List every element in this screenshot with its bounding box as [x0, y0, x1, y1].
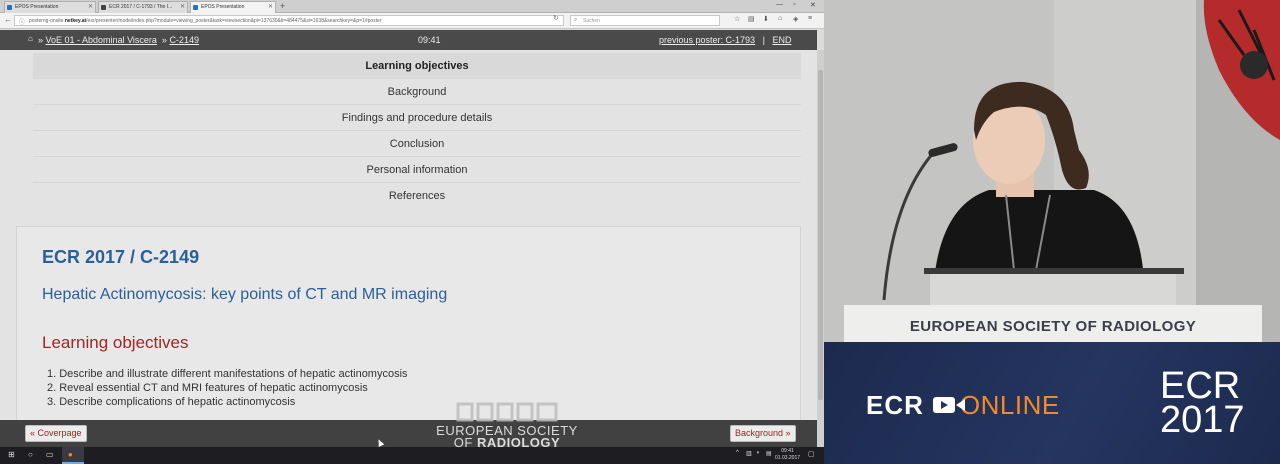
url-prefix: posterng-onsite. — [29, 18, 65, 24]
list-item: 3. Describe complications of hepatic act… — [47, 396, 296, 408]
poster-footer-bar: « Coverpage Background » — [0, 420, 817, 447]
breadcrumb-poster-link[interactable]: C-2149 — [169, 35, 199, 45]
section-item-learning-objectives[interactable]: Learning objectives — [33, 53, 801, 79]
end-link[interactable]: END — [772, 35, 791, 45]
tray-chevron-icon[interactable]: ^ — [736, 450, 739, 456]
bookmark-star-icon[interactable]: ☆ — [734, 15, 740, 23]
speaker-video — [824, 0, 1280, 342]
poster-title: Hepatic Actinomycosis: key points of CT … — [42, 286, 448, 303]
poster-id: ECR 2017 / C-2149 — [42, 247, 200, 267]
section-item-personal-information[interactable]: Personal information — [33, 157, 801, 183]
firefox-taskbar-item[interactable]: ● — [62, 447, 84, 464]
home-icon[interactable]: ⌂ — [778, 15, 782, 22]
previous-poster-link[interactable]: previous poster: C-1793 — [659, 35, 755, 45]
url-rest: /esr/presenter/mode/index.php?module=vie… — [86, 18, 382, 24]
browser-tab-2[interactable]: ECR 2017 / C-1793 / The I... ✕ — [98, 1, 188, 13]
esr-wordmark: EUROPEAN SOCIETY OF RADIOLOGY — [432, 424, 582, 449]
presentation-clock: 09:41 — [418, 35, 441, 45]
volume-icon[interactable]: ◖ — [756, 450, 760, 456]
back-arrow-icon[interactable]: ← — [4, 15, 12, 24]
breadcrumb-session-link[interactable]: VoE 01 - Abdominal Viscera — [46, 35, 157, 45]
maximize-icon[interactable]: ▫ — [793, 1, 795, 8]
objectives-list: 1. Describe and illustrate different man… — [47, 367, 408, 409]
browser-tab-1[interactable]: EPOS Presentation ✕ — [4, 1, 96, 13]
poster-bar-right: previous poster: C-1793 | END — [659, 35, 791, 45]
notifications-icon[interactable]: ▢ — [808, 450, 815, 458]
url-domain: netkey.at — [64, 18, 87, 24]
video-camera-icon — [933, 397, 965, 413]
network-icon[interactable]: ▥ — [746, 450, 752, 457]
list-item: 1. Describe and illustrate different man… — [47, 368, 408, 380]
home-icon[interactable]: ⌂ — [28, 34, 33, 43]
separator: | — [762, 35, 765, 45]
search-icon[interactable]: ○ — [28, 450, 33, 459]
clipboard-icon[interactable]: ▤ — [748, 15, 755, 23]
list-item: 2. Reveal essential CT and MRI features … — [47, 382, 368, 394]
presentation-screen: EPOS Presentation ✕ ECR 2017 / C-1793 / … — [0, 0, 824, 464]
tab-favicon-icon — [193, 5, 198, 10]
section-item-findings[interactable]: Findings and procedure details — [33, 105, 801, 131]
section-heading: Learning objectives — [42, 333, 189, 352]
tab-close-icon[interactable]: ✕ — [180, 3, 185, 10]
windows-taskbar: ⊞ ○ ▭ ● ^ ▥ ◖ ▤ 09:41 01.03.2017 ▢ — [0, 447, 824, 464]
speaker-scene-image — [824, 0, 1280, 342]
poster-content: Learning objectives Background Findings … — [0, 50, 817, 420]
new-tab-icon[interactable]: + — [280, 1, 285, 11]
tab-favicon-icon — [7, 5, 12, 10]
section-menu: Learning objectives Background Findings … — [33, 53, 801, 209]
window-close-icon[interactable]: ✕ — [810, 1, 816, 9]
breadcrumb: » VoE 01 - Abdominal Viscera » C-2149 — [38, 35, 199, 45]
minimize-icon[interactable]: — — [776, 1, 783, 8]
browser-tab-label: EPOS Presentation — [201, 4, 245, 10]
windows-start-icon[interactable]: ⊞ — [8, 450, 15, 459]
download-icon[interactable]: ⬇ — [763, 15, 769, 23]
logo-ecr-text: ECR — [866, 390, 924, 420]
browser-tab-label: EPOS Presentation — [15, 4, 59, 10]
logo-year-ecr: ECR — [1160, 365, 1241, 407]
background-button[interactable]: Background » — [730, 425, 796, 442]
esr-logo-icon — [456, 402, 558, 422]
podium-banner-text: EUROPEAN SOCIETY OF RADIOLOGY — [909, 318, 1197, 335]
page-scrollbar[interactable] — [817, 50, 824, 448]
tab-close-icon[interactable]: ✕ — [88, 3, 93, 10]
logo-year-number: 2017 — [1160, 399, 1245, 441]
screen-root: EPOS Presentation ✕ ECR 2017 / C-1793 / … — [0, 0, 1280, 464]
logo-online-text: ONLINE — [959, 390, 1060, 420]
browser-tab-bar: EPOS Presentation ✕ ECR 2017 / C-1793 / … — [0, 0, 824, 13]
taskbar-clock[interactable]: 09:41 01.03.2017 — [775, 448, 800, 462]
coverpage-button[interactable]: « Coverpage — [25, 425, 87, 442]
browser-search-field[interactable]: ⌕ Suchen — [570, 15, 720, 26]
file-explorer-icon[interactable]: ▭ — [46, 450, 54, 459]
reload-icon[interactable]: ↻ — [553, 14, 559, 22]
shield-icon[interactable]: ◈ — [793, 15, 798, 23]
firefox-icon: ● — [68, 450, 73, 459]
keyboard-icon[interactable]: ▤ — [766, 450, 772, 457]
taskbar-date: 01.03.2017 — [775, 455, 801, 461]
scrollbar-thumb[interactable] — [818, 70, 823, 400]
tab-close-icon[interactable]: ✕ — [268, 3, 273, 10]
taskbar-time: 09:41 — [781, 448, 794, 454]
url-field[interactable]: ⓘ posterng-onsite.netkey.at/esr/presente… — [14, 15, 564, 26]
tab-favicon-icon — [101, 5, 106, 10]
info-icon: ⓘ — [19, 20, 26, 26]
section-item-references[interactable]: References — [33, 183, 801, 209]
browser-tab-label: ECR 2017 / C-1793 / The I... — [109, 4, 173, 10]
search-icon: ⌕ — [574, 17, 578, 23]
search-placeholder: Suchen — [583, 18, 600, 24]
section-item-conclusion[interactable]: Conclusion — [33, 131, 801, 157]
menu-icon[interactable]: ≡ — [808, 15, 812, 22]
poster-panel: ECR 2017 / C-2149 Hepatic Actinomycosis:… — [16, 226, 801, 420]
ecr-2017-logo: ECR 2017 — [1160, 365, 1245, 441]
browser-address-bar: ← ⓘ posterng-onsite.netkey.at/esr/presen… — [0, 13, 824, 29]
browser-tab-3[interactable]: EPOS Presentation ✕ — [190, 1, 276, 13]
section-item-background[interactable]: Background — [33, 79, 801, 105]
poster-navigation-bar: ⌂ » VoE 01 - Abdominal Viscera » C-2149 … — [0, 30, 817, 50]
